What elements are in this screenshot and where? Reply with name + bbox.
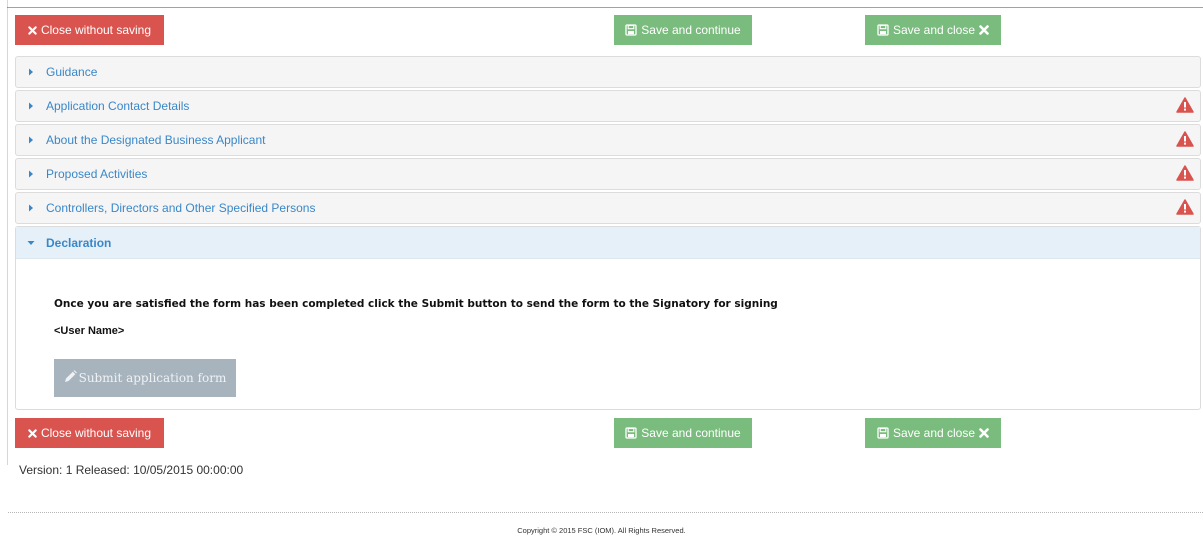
section-guidance[interactable]: Guidance <box>15 56 1201 88</box>
save-and-continue-button-bottom[interactable]: Save and continue <box>614 418 752 448</box>
save-and-continue-label: Save and continue <box>641 426 741 440</box>
section-controllers-directors[interactable]: Controllers, Directors and Other Specifi… <box>15 192 1201 224</box>
close-icon <box>979 428 989 438</box>
submit-label: Submit application form <box>78 371 227 385</box>
section-title: Guidance <box>46 65 98 79</box>
save-icon <box>625 427 637 439</box>
close-without-saving-button-top[interactable]: Close without saving <box>15 15 164 45</box>
section-title: Proposed Activities <box>46 167 148 181</box>
submit-application-button[interactable]: Submit application form <box>54 359 236 397</box>
warning-icon <box>1176 131 1194 150</box>
close-icon <box>28 25 37 35</box>
save-and-close-label: Save and close <box>892 426 976 440</box>
save-and-close-button-bottom[interactable]: Save and close <box>865 418 1001 448</box>
caret-right-icon <box>16 68 46 76</box>
warning-icon <box>1176 199 1194 218</box>
section-title: About the Designated Business Applicant <box>46 133 266 147</box>
user-name: <User Name> <box>54 325 125 337</box>
caret-right-icon <box>16 136 46 144</box>
save-and-close-label: Save and close <box>892 23 976 37</box>
section-title: Controllers, Directors and Other Specifi… <box>46 201 316 215</box>
save-and-continue-label: Save and continue <box>641 23 741 37</box>
caret-right-icon <box>16 102 46 110</box>
footer-divider <box>8 512 1203 513</box>
save-and-continue-button-top[interactable]: Save and continue <box>614 15 752 45</box>
caret-right-icon <box>16 204 46 212</box>
section-about-applicant[interactable]: About the Designated Business Applicant <box>15 124 1201 156</box>
warning-icon <box>1176 97 1194 116</box>
version-info: Version: 1 Released: 10/05/2015 00:00:00 <box>19 463 244 477</box>
save-and-close-button-top[interactable]: Save and close <box>865 15 1001 45</box>
warning-icon <box>1176 165 1194 184</box>
section-title: Application Contact Details <box>46 99 190 113</box>
copyright-text: Copyright © 2015 FSC (IOM). All Rights R… <box>517 526 686 535</box>
declaration-header[interactable]: Declaration <box>16 227 1200 259</box>
save-icon <box>625 24 637 36</box>
save-icon <box>877 24 889 36</box>
close-without-saving-button-bottom[interactable]: Close without saving <box>15 418 164 448</box>
section-application-contact-details[interactable]: Application Contact Details <box>15 90 1201 122</box>
close-without-saving-label: Close without saving <box>40 23 152 37</box>
close-icon <box>979 25 989 35</box>
caret-right-icon <box>16 170 46 178</box>
section-proposed-activities[interactable]: Proposed Activities <box>15 158 1201 190</box>
pencil-icon <box>64 370 77 386</box>
caret-down-icon <box>16 240 46 246</box>
declaration-instruction: Once you are satisfied the form has been… <box>54 298 778 310</box>
section-title: Declaration <box>46 235 112 250</box>
close-icon <box>28 428 37 438</box>
section-declaration: Declaration Once you are satisfied the f… <box>15 226 1201 410</box>
frame-border-top <box>7 7 1203 8</box>
close-without-saving-label: Close without saving <box>40 426 152 440</box>
save-icon <box>877 427 889 439</box>
frame-border-left <box>7 0 8 465</box>
